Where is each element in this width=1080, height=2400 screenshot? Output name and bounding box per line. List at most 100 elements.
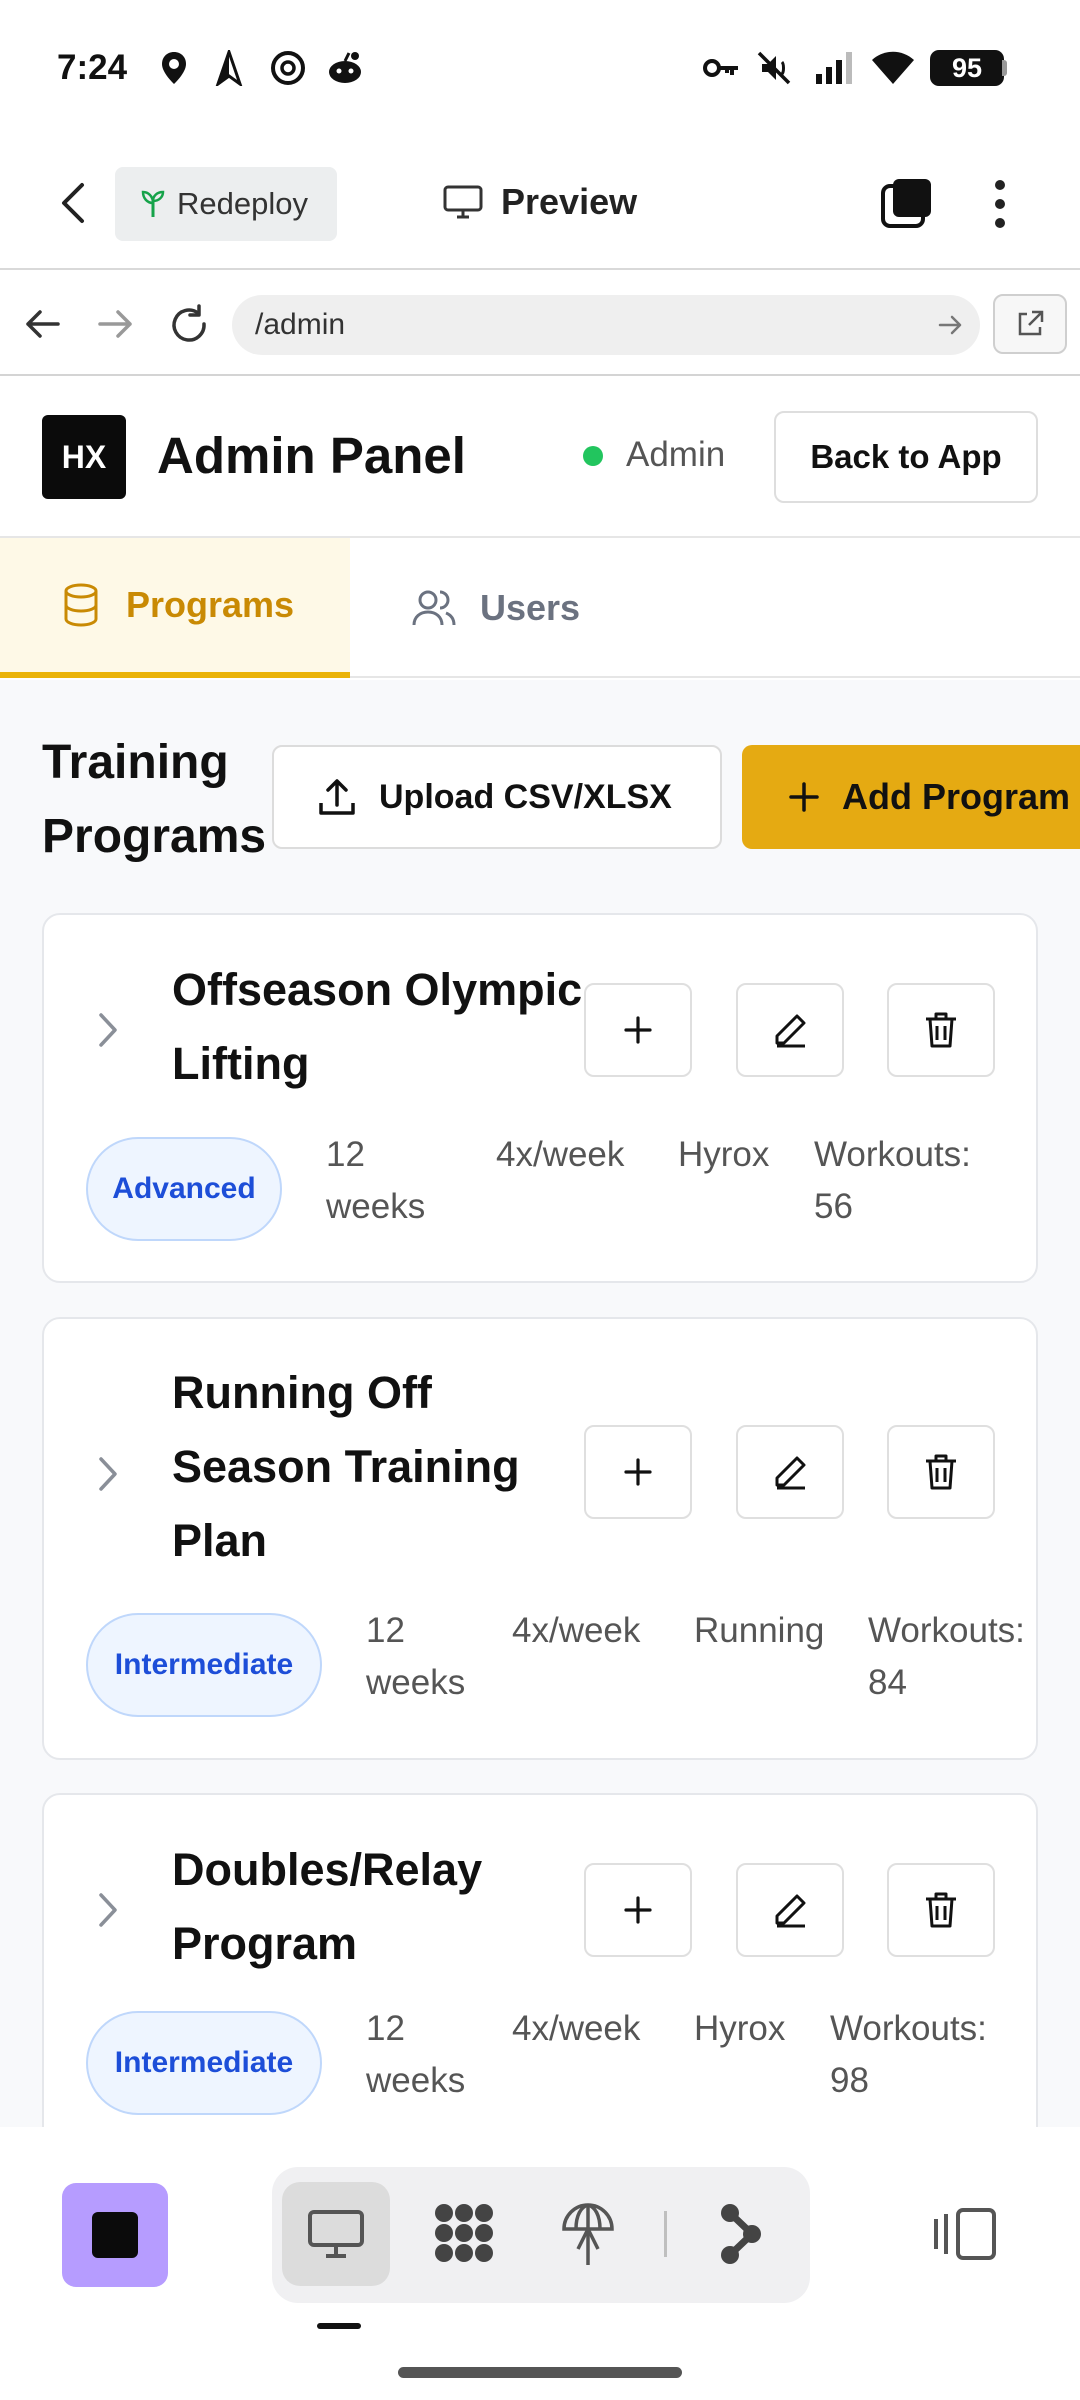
plus-icon — [624, 1016, 652, 1044]
level-badge: Advanced — [86, 1137, 282, 1241]
delete-program-button[interactable] — [887, 983, 995, 1077]
user-role-label: Admin — [626, 435, 726, 474]
pencil-icon — [775, 1456, 806, 1490]
trash-icon — [926, 1454, 956, 1490]
signal-icon — [816, 52, 852, 84]
program-category: Hyrox — [694, 2009, 786, 2048]
program-frequency: 4x/week — [512, 1611, 641, 1650]
chevron-right-icon[interactable] — [96, 1011, 120, 1049]
monitor-icon — [308, 2210, 364, 2258]
program-category: Running — [694, 1611, 825, 1650]
preview-label: Preview — [501, 181, 638, 222]
monitor-icon — [443, 185, 483, 219]
battery-tip — [1002, 60, 1007, 76]
grid-icon[interactable] — [432, 2201, 496, 2265]
program-workouts: Workouts: 84 — [868, 1611, 1025, 1702]
add-workout-button[interactable] — [584, 983, 692, 1077]
add-program-button[interactable]: Add Program — [742, 745, 1080, 849]
external-link-icon — [1018, 310, 1044, 336]
url-field[interactable]: /admin — [232, 295, 980, 355]
wifi-icon — [872, 51, 914, 84]
status-time: 7:24 — [57, 48, 128, 87]
program-card[interactable]: Offseason Olympic Lifting Advanced 12 we… — [42, 913, 1038, 1283]
open-external-button[interactable] — [993, 294, 1067, 354]
tab-programs[interactable]: Programs — [0, 538, 350, 678]
bottom-toolbar — [0, 2127, 1080, 2400]
upload-csv-button[interactable]: Upload CSV/XLSX — [272, 745, 722, 849]
admin-header: HX Admin Panel Admin Back to App — [0, 378, 1080, 538]
view-switcher — [272, 2167, 810, 2303]
more-icon[interactable] — [990, 179, 1010, 229]
add-program-label: Add Program — [842, 776, 1071, 817]
status-dot — [583, 446, 603, 466]
refresh-icon[interactable] — [168, 304, 210, 346]
program-title: Offseason Olympic Lifting — [172, 964, 583, 1089]
page-title: Admin Panel — [157, 427, 466, 484]
reddit-icon — [329, 52, 361, 83]
redeploy-button[interactable]: Redeploy — [115, 167, 337, 241]
program-title: Doubles/Relay Program — [172, 1844, 483, 1969]
add-workout-button[interactable] — [584, 1425, 692, 1519]
chevron-right-icon[interactable] — [96, 1891, 120, 1929]
panel-icon[interactable] — [932, 2207, 998, 2261]
level-badge: Intermediate — [86, 2011, 322, 2115]
section-title: Training Programs — [42, 736, 267, 863]
tab-users-label: Users — [480, 587, 581, 628]
plus-icon — [624, 1458, 652, 1486]
back-arrow-icon[interactable] — [24, 308, 60, 340]
upload-label: Upload CSV/XLSX — [379, 777, 672, 816]
threads-icon — [271, 51, 305, 85]
program-duration: 12 weeks — [366, 1611, 466, 1702]
app-logo: HX — [42, 415, 126, 499]
program-title: Running Off Season Training Plan — [172, 1367, 520, 1566]
status-bar: 7:24 95 — [0, 0, 1080, 135]
forward-icon[interactable] — [98, 308, 134, 340]
edit-program-button[interactable] — [736, 983, 844, 1077]
plus-icon — [789, 782, 819, 812]
nav-divider — [664, 2211, 667, 2257]
trash-icon — [926, 1892, 956, 1928]
nav-desktop[interactable] — [282, 2182, 390, 2286]
chevron-right-icon[interactable] — [96, 1455, 120, 1493]
tab-users[interactable]: Users — [412, 538, 580, 678]
back-to-app-button[interactable]: Back to App — [774, 411, 1038, 503]
add-workout-button[interactable] — [584, 1863, 692, 1957]
back-icon[interactable] — [56, 181, 92, 225]
stop-button[interactable] — [62, 2183, 168, 2287]
delete-program-button[interactable] — [887, 1863, 995, 1957]
share-icon[interactable] — [718, 2201, 764, 2267]
program-duration: 12 weeks — [326, 1135, 426, 1226]
key-icon — [703, 59, 738, 77]
location-icon — [162, 52, 186, 84]
tab-bar: Programs Users — [0, 538, 1080, 678]
database-icon — [64, 583, 98, 627]
tabs-icon[interactable] — [880, 177, 934, 231]
program-category: Hyrox — [678, 1135, 770, 1174]
program-card[interactable]: Doubles/Relay Program Intermediate 12 we… — [42, 1793, 1038, 2127]
program-frequency: 4x/week — [512, 2009, 641, 2048]
level-badge: Intermediate — [86, 1613, 322, 1717]
mute-icon — [757, 51, 791, 85]
go-arrow-icon[interactable] — [938, 313, 964, 337]
program-duration: 12 weeks — [366, 2009, 466, 2100]
programs-section: Training Programs Upload CSV/XLSX Add Pr… — [0, 680, 1080, 2127]
home-indicator[interactable] — [398, 2367, 682, 2378]
pencil-icon — [775, 1014, 806, 1048]
preview-button[interactable]: Preview — [443, 181, 637, 223]
battery-indicator: 95 — [930, 50, 1004, 86]
sprout-icon — [141, 190, 165, 217]
edit-program-button[interactable] — [736, 1863, 844, 1957]
redeploy-label: Redeploy — [177, 186, 308, 221]
globe-icon[interactable] — [560, 2201, 616, 2267]
active-indicator — [317, 2323, 361, 2329]
stop-icon — [92, 2212, 138, 2258]
program-frequency: 4x/week — [496, 1135, 625, 1174]
delete-program-button[interactable] — [887, 1425, 995, 1519]
url-text: /admin — [255, 308, 346, 341]
program-card[interactable]: Running Off Season Training Plan Interme… — [42, 1317, 1038, 1760]
plus-icon — [624, 1896, 652, 1924]
app-top-bar: Redeploy Preview — [0, 135, 1080, 270]
edit-program-button[interactable] — [736, 1425, 844, 1519]
url-bar: /admin — [0, 272, 1080, 376]
program-workouts: Workouts: 56 — [814, 1135, 971, 1226]
